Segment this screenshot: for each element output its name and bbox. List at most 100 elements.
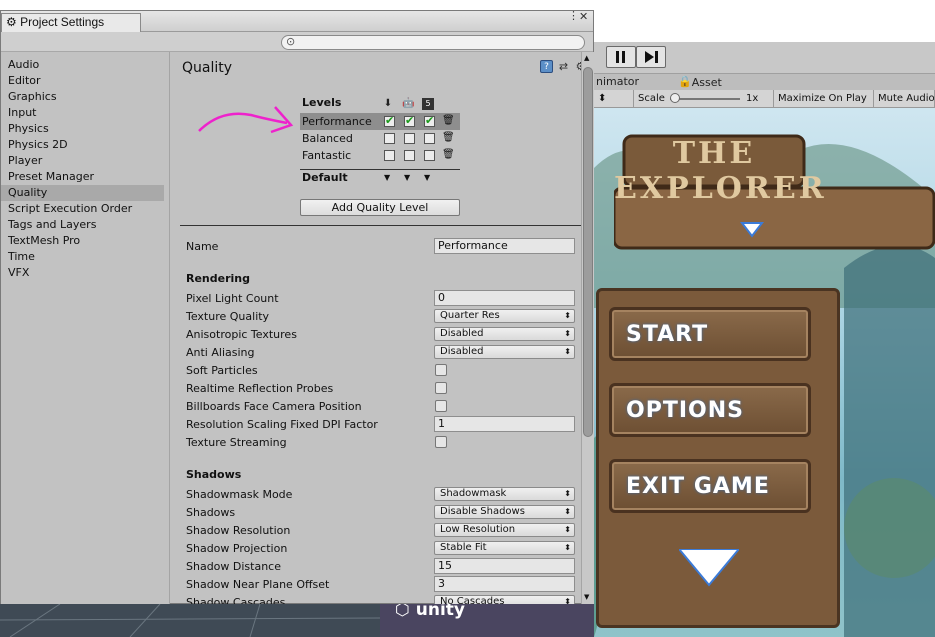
scrollbar-thumb[interactable] [583, 67, 593, 437]
scroll-up-icon[interactable]: ▲ [584, 54, 589, 62]
mute-audio-toggle[interactable]: Mute Audio [874, 90, 935, 108]
anti-aliasing-dropdown[interactable]: Disabled [434, 345, 575, 359]
name-field[interactable]: Performance [434, 238, 575, 254]
shadow-distance-field[interactable]: 15 [434, 558, 575, 574]
search-icon: ⊙ [286, 35, 296, 48]
search-row: ⊙ [1, 32, 593, 52]
realtime-reflection-probes-checkbox[interactable] [435, 382, 447, 394]
default-dropdown-0[interactable]: ▼ [384, 173, 390, 182]
shadows-dropdown[interactable]: Disable Shadows [434, 505, 575, 519]
close-icon[interactable]: ✕ [579, 10, 588, 23]
anti-aliasing-row: Anti Aliasing Disabled [186, 344, 576, 362]
default-row: Default ▼ ▼ ▼ [300, 169, 460, 186]
resolution-scaling-fixed-dpi-factor-field[interactable]: 1 [434, 416, 575, 432]
page-title: Quality [182, 60, 233, 76]
shadow-cascades-dropdown[interactable]: No Cascades [434, 595, 575, 604]
shadow-near-plane-offset-field[interactable]: 3 [434, 576, 575, 592]
resolution-dropdown[interactable]: ⬍ [594, 90, 634, 108]
texture-quality-dropdown[interactable]: Quarter Res [434, 309, 575, 323]
shadow-distance-row: Shadow Distance 15 [186, 558, 576, 576]
level-platform-checkbox[interactable] [424, 150, 435, 161]
soft-particles-checkbox[interactable] [435, 364, 447, 376]
menu-icon[interactable]: ⋮ [568, 9, 579, 22]
scene-grid [0, 604, 380, 637]
start-button[interactable]: START [609, 307, 811, 361]
game-view: THE EXPLORER START OPTIONS EXIT GAME [594, 108, 935, 637]
level-row-balanced[interactable]: Balanced 🗑 [300, 130, 460, 147]
default-dropdown-1[interactable]: ▼ [404, 173, 410, 182]
sidebar-item-tags-and-layers[interactable]: Tags and Layers [1, 217, 164, 233]
help-icon[interactable]: ? [540, 60, 553, 73]
level-platform-checkbox[interactable] [384, 112, 395, 129]
pixel-light-count-field[interactable]: 0 [434, 290, 575, 306]
exit-game-button[interactable]: EXIT GAME [609, 459, 811, 513]
sidebar-item-time[interactable]: Time [1, 249, 164, 265]
level-row-performance[interactable]: Performance 🗑 [300, 112, 460, 130]
sidebar-item-editor[interactable]: Editor [1, 73, 164, 89]
level-platform-checkbox[interactable] [424, 112, 435, 129]
scroll-down-icon[interactable]: ▼ [584, 593, 589, 601]
shadowmask-mode-dropdown[interactable]: Shadowmask [434, 487, 575, 501]
sidebar-item-audio[interactable]: Audio [1, 57, 164, 73]
pixel-light-count-label: Pixel Light Count [186, 292, 279, 305]
add-quality-level-button[interactable]: Add Quality Level [300, 199, 460, 216]
preset-icon[interactable]: ⇄ [557, 60, 570, 73]
tab-asset-store[interactable]: 🔒 Asset Store [678, 75, 722, 102]
level-platform-checkbox[interactable] [384, 150, 395, 161]
shadow-near-plane-offset-label: Shadow Near Plane Offset [186, 578, 330, 591]
trash-icon[interactable]: 🗑 [442, 149, 455, 161]
level-platform-checkbox[interactable] [424, 133, 435, 144]
shadowmask-mode-label: Shadowmask Mode [186, 488, 293, 501]
billboards-face-camera-position-checkbox[interactable] [435, 400, 447, 412]
sidebar-item-input[interactable]: Input [1, 105, 164, 121]
texture-quality-row: Texture Quality Quarter Res [186, 308, 576, 326]
pause-button[interactable] [606, 46, 636, 68]
scale-thumb[interactable] [670, 93, 680, 103]
scale-value: 1x [746, 93, 759, 104]
sidebar-item-physics[interactable]: Physics [1, 121, 164, 137]
step-button[interactable] [636, 46, 666, 68]
tab-animator[interactable]: nimator [596, 75, 639, 88]
annotation-arrow [198, 106, 294, 134]
sidebar-item-player[interactable]: Player [1, 153, 164, 169]
shadow-near-plane-offset-row: Shadow Near Plane Offset 3 [186, 576, 576, 594]
window-title-bar[interactable]: ⚙ Project Settings ⋮ ✕ [1, 9, 593, 32]
sidebar-item-textmesh-pro[interactable]: TextMesh Pro [1, 233, 164, 249]
anisotropic-textures-dropdown[interactable]: Disabled [434, 327, 575, 341]
download-icon: ⬇ [383, 98, 393, 109]
shadow-projection-dropdown[interactable]: Stable Fit [434, 541, 575, 555]
sidebar-item-quality[interactable]: Quality [1, 185, 164, 201]
soft-particles-label: Soft Particles [186, 364, 258, 377]
maximize-on-play-toggle[interactable]: Maximize On Play [774, 90, 874, 108]
anisotropic-textures-label: Anisotropic Textures [186, 328, 297, 341]
shadow-cascades-label: Shadow Cascades [186, 596, 286, 604]
search-input[interactable]: ⊙ [281, 35, 585, 50]
texture-streaming-checkbox[interactable] [435, 436, 447, 448]
android-icon: 🤖 [402, 98, 415, 109]
vertical-scrollbar[interactable]: ▲ ▼ [581, 52, 594, 604]
level-row-fantastic[interactable]: Fantastic 🗑 [300, 147, 460, 164]
gear-icon[interactable]: ⚙ [574, 60, 581, 73]
level-platform-checkbox[interactable] [404, 133, 415, 144]
exit-game-label: EXIT GAME [626, 474, 770, 499]
scale-track [670, 98, 740, 100]
sidebar-item-physics-2d[interactable]: Physics 2D [1, 137, 164, 153]
sidebar-item-graphics[interactable]: Graphics [1, 89, 164, 105]
shadowmask-mode-row: Shadowmask Mode Shadowmask [186, 486, 576, 504]
options-button[interactable]: OPTIONS [609, 383, 811, 437]
scale-slider[interactable]: Scale 1x [634, 90, 774, 108]
window-title: Project Settings [20, 15, 105, 29]
sidebar-item-vfx[interactable]: VFX [1, 265, 164, 281]
sidebar-item-preset-manager[interactable]: Preset Manager [1, 169, 164, 185]
shadows-label: Shadows [186, 506, 236, 519]
name-label: Name [186, 240, 219, 253]
trash-icon[interactable]: 🗑 [442, 115, 455, 127]
project-settings-tab[interactable]: ⚙ Project Settings [1, 13, 141, 32]
trash-icon[interactable]: 🗑 [442, 132, 455, 144]
level-platform-checkbox[interactable] [384, 133, 395, 144]
level-platform-checkbox[interactable] [404, 150, 415, 161]
level-platform-checkbox[interactable] [404, 112, 415, 129]
shadow-resolution-dropdown[interactable]: Low Resolution [434, 523, 575, 537]
sidebar-item-script-execution-order[interactable]: Script Execution Order [1, 201, 164, 217]
default-dropdown-2[interactable]: ▼ [424, 173, 430, 182]
